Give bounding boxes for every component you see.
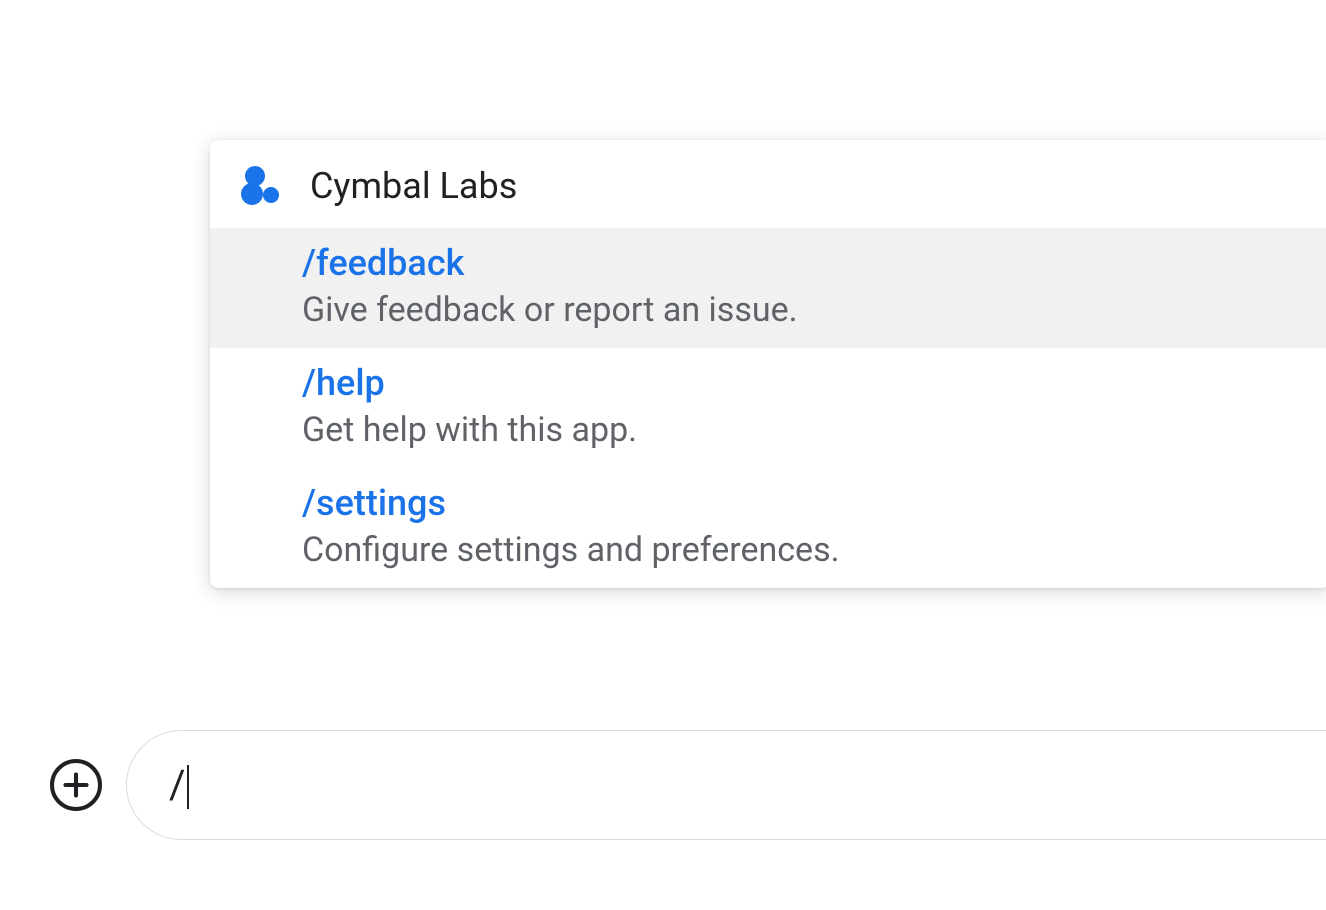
command-description: Give feedback or report an issue. bbox=[302, 290, 1302, 330]
message-input-container[interactable]: / bbox=[126, 730, 1326, 840]
add-attachment-button[interactable] bbox=[50, 759, 102, 811]
popup-header: Cymbal Labs bbox=[210, 140, 1326, 228]
message-input[interactable]: / bbox=[169, 761, 189, 809]
command-name: /settings bbox=[302, 482, 1302, 524]
app-name: Cymbal Labs bbox=[310, 165, 517, 207]
cymbal-labs-icon bbox=[238, 162, 286, 210]
command-item-feedback[interactable]: /feedback Give feedback or report an iss… bbox=[210, 228, 1326, 348]
command-description: Get help with this app. bbox=[302, 410, 1302, 450]
command-description: Configure settings and preferences. bbox=[302, 530, 1302, 570]
command-item-settings[interactable]: /settings Configure settings and prefere… bbox=[210, 468, 1326, 588]
slash-command-popup: Cymbal Labs /feedback Give feedback or r… bbox=[210, 140, 1326, 588]
text-cursor bbox=[187, 765, 189, 809]
command-name: /feedback bbox=[302, 242, 1302, 284]
command-list: /feedback Give feedback or report an iss… bbox=[210, 228, 1326, 588]
command-name: /help bbox=[302, 362, 1302, 404]
message-input-row: / bbox=[50, 730, 1326, 840]
command-item-help[interactable]: /help Get help with this app. bbox=[210, 348, 1326, 468]
plus-icon bbox=[62, 771, 90, 799]
